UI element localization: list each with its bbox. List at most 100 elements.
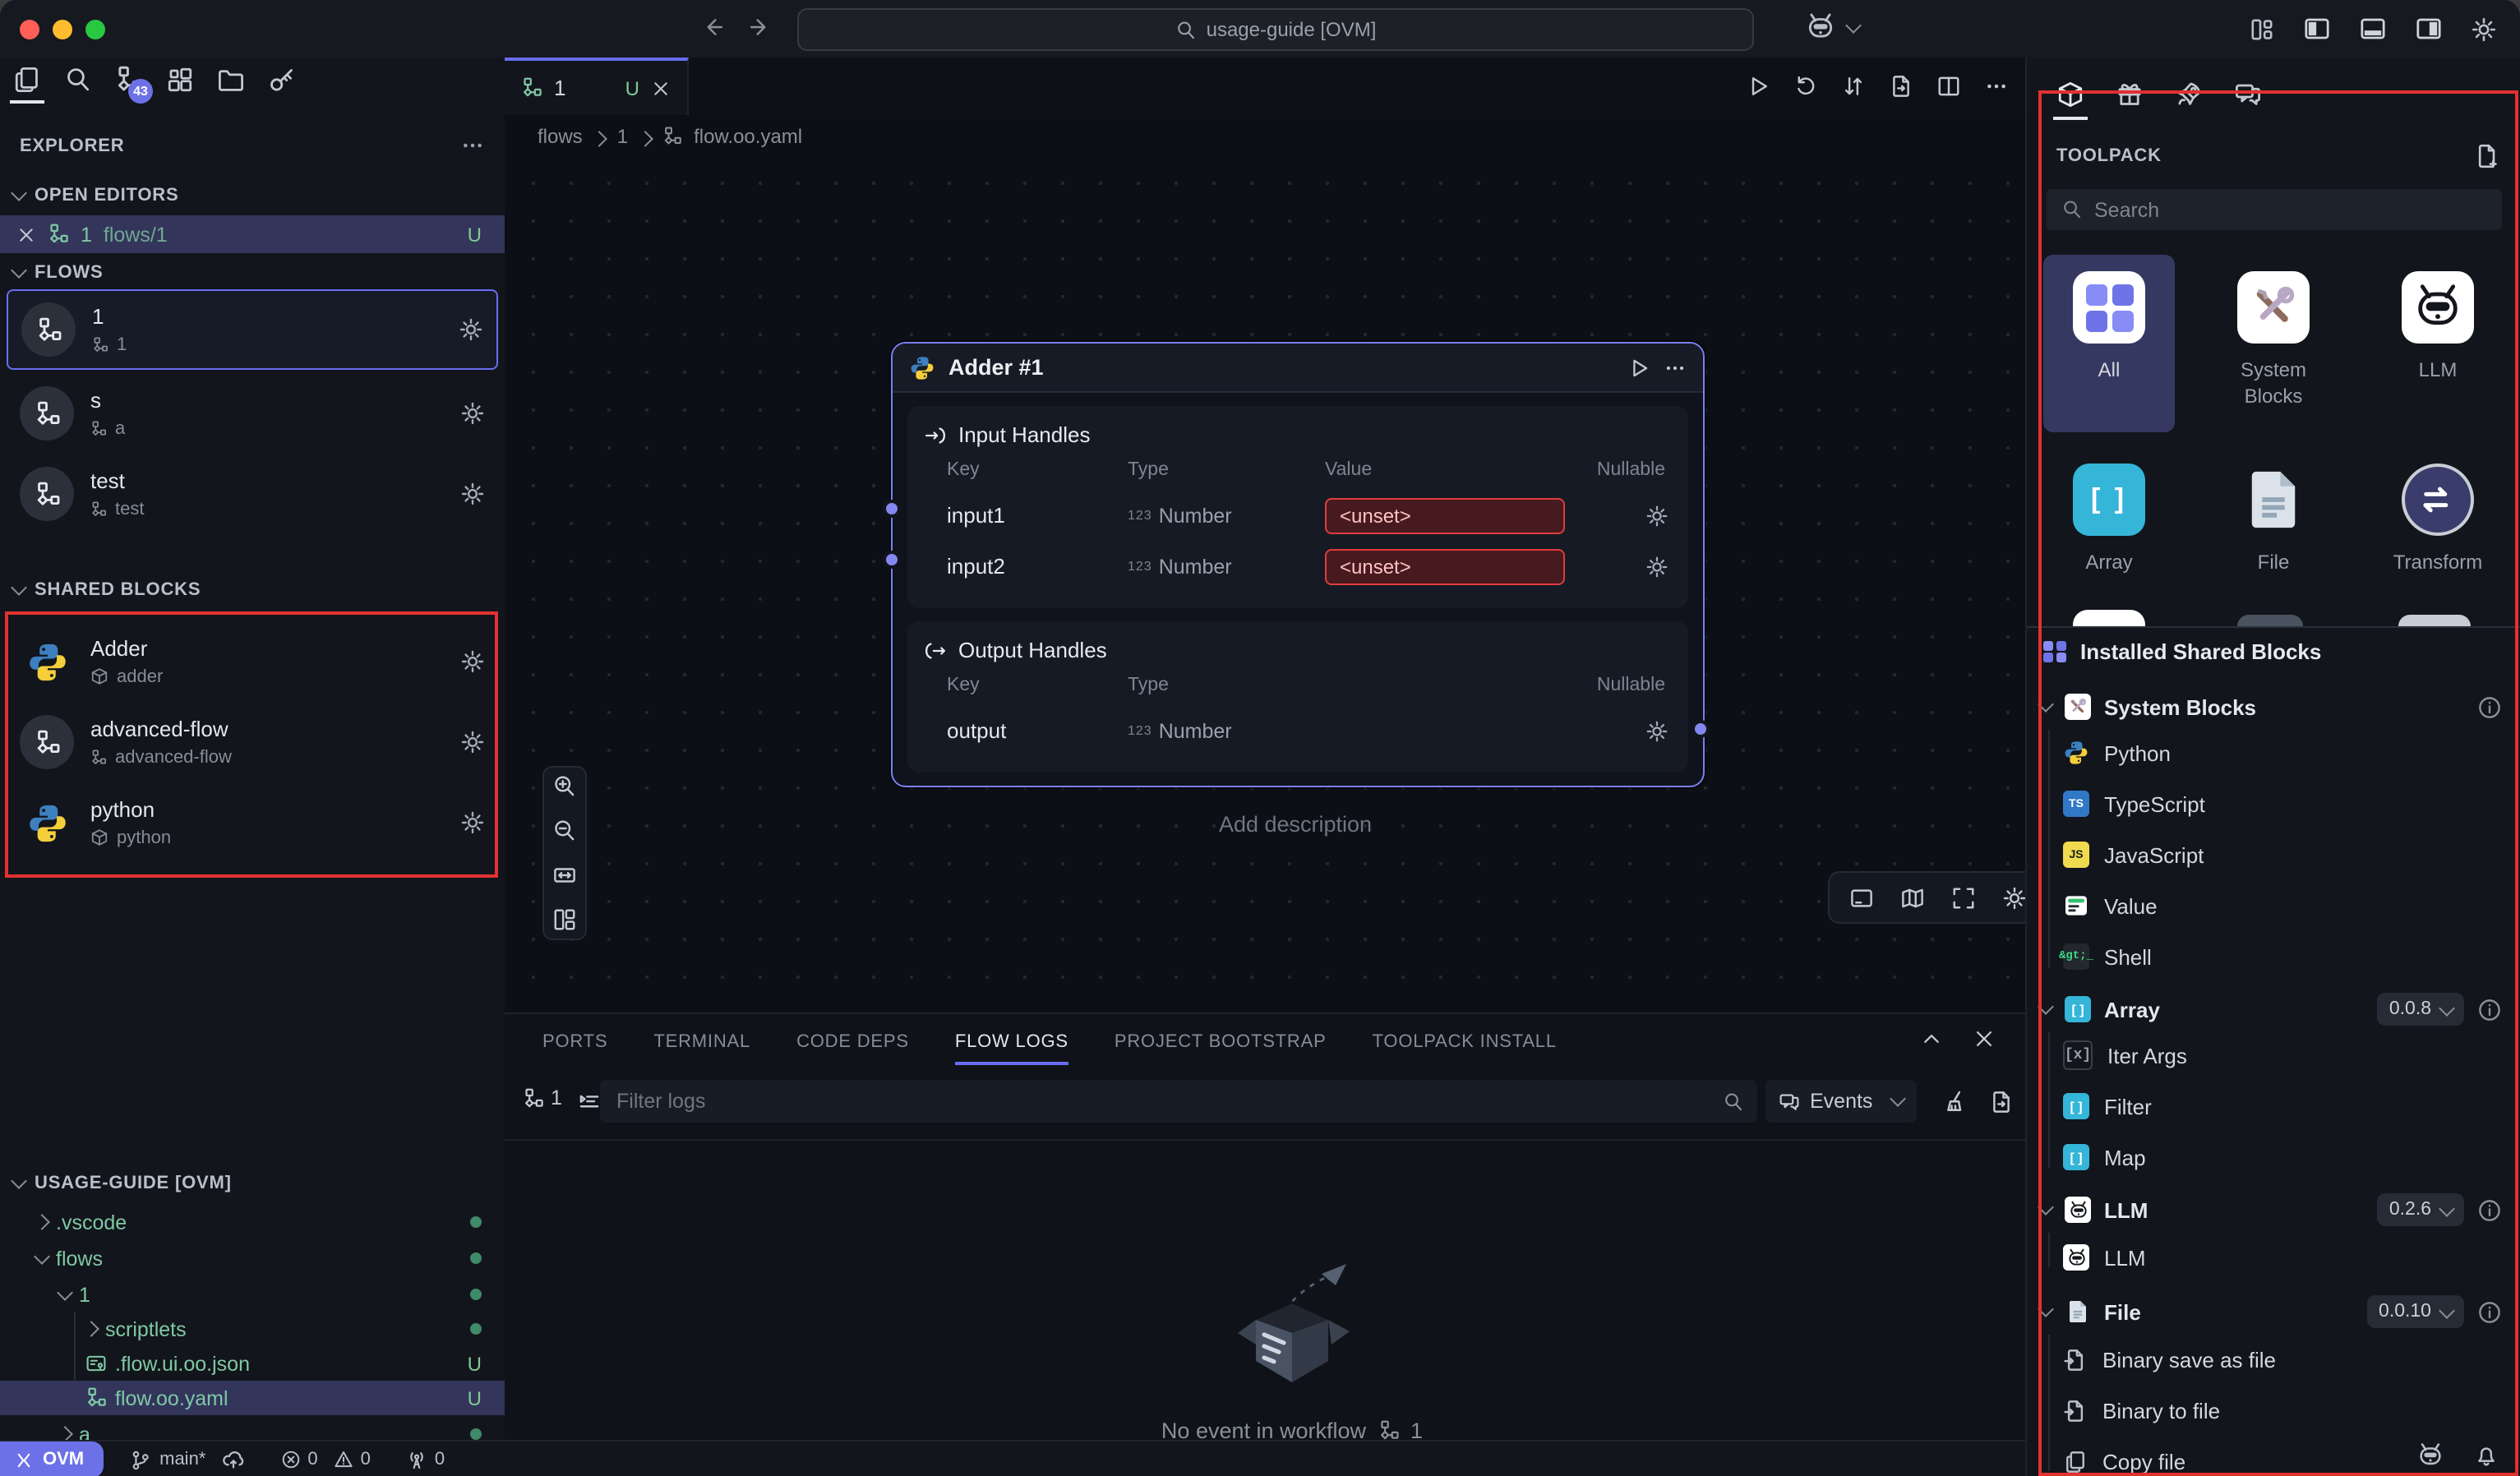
log-list-icon[interactable]	[577, 1090, 602, 1114]
info-icon[interactable]	[2477, 997, 2502, 1022]
close-panel-icon[interactable]	[1973, 1027, 1996, 1050]
remote-indicator[interactable]: OVM	[0, 1441, 104, 1476]
problems-item[interactable]: 0 0	[281, 1450, 371, 1469]
info-icon[interactable]	[2477, 1197, 2502, 1222]
flow-item-s[interactable]: s a	[7, 373, 498, 454]
assistant-dog-icon[interactable]	[2416, 1441, 2444, 1469]
notifications-bell-icon[interactable]	[2474, 1443, 2499, 1468]
nav-forward-icon[interactable]	[748, 15, 773, 39]
block-iter-args[interactable]: [x]Iter Args	[2027, 1037, 2520, 1073]
breadcrumb-1[interactable]: 1	[617, 125, 628, 148]
toolpack-search-input[interactable]: Search	[2047, 189, 2502, 230]
info-icon[interactable]	[2477, 694, 2502, 719]
activity-explorer-icon[interactable]	[13, 66, 41, 94]
handle-gear-icon[interactable]	[1645, 719, 1672, 742]
input2-connector-handle[interactable]	[883, 551, 901, 569]
close-editor-icon[interactable]	[16, 224, 36, 244]
tree-item-flow-ui-json[interactable]: .flow.ui.oo.jsonU	[0, 1346, 505, 1381]
ports-item[interactable]: 0	[407, 1449, 445, 1470]
git-branch-item[interactable]: main*	[130, 1448, 245, 1471]
block-javascript[interactable]: JSJavaScript	[2027, 837, 2520, 873]
group-file[interactable]: File 0.0.10	[2027, 1292, 2520, 1331]
block-binary-save-as-file[interactable]: Binary save as file	[2027, 1341, 2520, 1377]
block-map[interactable]: [ ]Map	[2027, 1139, 2520, 1175]
export-flow-icon[interactable]	[1889, 74, 1913, 99]
deploy-tab-icon[interactable]	[2175, 81, 2203, 108]
shared-block-python[interactable]: python python	[7, 782, 498, 863]
group-llm[interactable]: LLM 0.2.6	[2027, 1190, 2520, 1229]
assistant-dog-icon[interactable]	[1805, 12, 1836, 43]
group-system-blocks[interactable]: System Blocks	[2027, 687, 2520, 726]
block-python[interactable]: Python	[2027, 735, 2520, 771]
tree-item-1[interactable]: 1	[0, 1277, 505, 1312]
packages-tab-icon[interactable]	[2116, 81, 2144, 108]
tab-project-bootstrap[interactable]: PROJECT BOOTSTRAP	[1115, 1031, 1327, 1051]
compare-swap-icon[interactable]	[1841, 74, 1866, 99]
tree-item-vscode[interactable]: .vscode	[0, 1205, 505, 1239]
command-center-search[interactable]: usage-guide [OVM]	[797, 8, 1754, 51]
info-icon[interactable]	[2477, 1299, 2502, 1324]
open-editor-item[interactable]: 1 flows/1 U	[0, 215, 505, 253]
block-value[interactable]: Value	[2027, 888, 2520, 924]
activity-flows-icon[interactable]: 43	[115, 66, 143, 94]
tab-flow-logs[interactable]: FLOW LOGS	[955, 1031, 1068, 1064]
flow-canvas[interactable]: Adder #1 Input Handles KeyType ValueNull…	[505, 158, 2025, 1012]
tab-code-deps[interactable]: CODE DEPS	[796, 1031, 909, 1051]
node-adder-1[interactable]: Adder #1 Input Handles KeyType ValueNull…	[891, 342, 1705, 787]
feedback-tab-icon[interactable]	[2234, 81, 2262, 108]
clear-logs-broom-icon[interactable]	[1943, 1090, 1968, 1114]
editor-more-icon[interactable]	[1984, 74, 2009, 99]
llm-version-dropdown[interactable]: 0.2.6	[2378, 1193, 2464, 1226]
shared-settings-gear-icon[interactable]	[460, 730, 485, 754]
flow-settings-gear-icon[interactable]	[459, 317, 483, 342]
node-run-icon[interactable]	[1627, 356, 1650, 379]
tab-ports[interactable]: PORTS	[542, 1031, 607, 1051]
group-array[interactable]: [ ] Array 0.0.8	[2027, 989, 2520, 1029]
open-editors-header[interactable]: OPEN EDITORS	[13, 186, 178, 205]
tab-toolpack-install[interactable]: TOOLPACK INSTALL	[1373, 1031, 1557, 1051]
add-description-placeholder[interactable]: Add description	[1219, 812, 1372, 837]
toolpack-tab-icon[interactable]	[2056, 81, 2084, 108]
toggle-left-sidebar-icon[interactable]	[2303, 15, 2331, 43]
tree-item-flows[interactable]: flows	[0, 1241, 505, 1275]
minimize-window-button[interactable]	[53, 19, 72, 39]
activity-extensions-icon[interactable]	[166, 66, 194, 94]
category-tile-llm[interactable]: LLM	[2372, 255, 2504, 397]
tab-flow-1[interactable]: 1 U	[505, 58, 689, 115]
unset-value-badge[interactable]: <unset>	[1325, 497, 1565, 533]
array-version-dropdown[interactable]: 0.0.8	[2378, 993, 2464, 1026]
shared-block-advanced-flow[interactable]: advanced-flow advanced-flow	[7, 702, 498, 782]
toggle-right-sidebar-icon[interactable]	[2415, 15, 2443, 43]
new-block-file-icon[interactable]	[2474, 143, 2500, 169]
shared-block-adder[interactable]: Adder adder	[7, 621, 498, 702]
breadcrumb-flows[interactable]: flows	[538, 125, 583, 148]
events-filter-dropdown[interactable]: Events	[1765, 1080, 1917, 1123]
log-flow-selector[interactable]: 1	[523, 1086, 562, 1109]
nav-back-icon[interactable]	[700, 15, 725, 39]
rerun-flow-icon[interactable]	[1793, 74, 1818, 99]
input1-connector-handle[interactable]	[883, 500, 901, 518]
flow-item-1[interactable]: 1 1	[7, 289, 498, 370]
block-llm[interactable]: LLM	[2027, 1239, 2520, 1275]
node-more-icon[interactable]	[1664, 356, 1687, 379]
category-tile-transform[interactable]: Transform	[2372, 447, 2504, 589]
export-logs-icon[interactable]	[1989, 1090, 2014, 1114]
sync-cloud-icon[interactable]	[222, 1448, 245, 1471]
canvas-settings-gear-icon[interactable]	[2002, 885, 2027, 910]
settings-gear-icon[interactable]	[2471, 16, 2497, 42]
file-version-dropdown[interactable]: 0.0.10	[2367, 1295, 2464, 1328]
shared-settings-gear-icon[interactable]	[460, 810, 485, 835]
block-shell[interactable]: &gt;_Shell	[2027, 939, 2520, 975]
workspace-section-header[interactable]: USAGE-GUIDE [OVM]	[13, 1174, 232, 1193]
breadcrumb-file[interactable]: flow.oo.yaml	[694, 125, 802, 148]
console-icon[interactable]	[1849, 885, 1874, 910]
block-filter[interactable]: [ ]Filter	[2027, 1088, 2520, 1124]
split-editor-icon[interactable]	[1936, 74, 1961, 99]
fit-width-icon[interactable]	[552, 863, 577, 888]
maximize-window-button[interactable]	[85, 19, 105, 39]
run-flow-icon[interactable]	[1746, 74, 1770, 99]
minimap-icon[interactable]	[1900, 885, 1925, 910]
output-connector-handle[interactable]	[1692, 720, 1710, 738]
flow-settings-gear-icon[interactable]	[460, 401, 485, 426]
auto-layout-icon[interactable]	[552, 907, 577, 932]
